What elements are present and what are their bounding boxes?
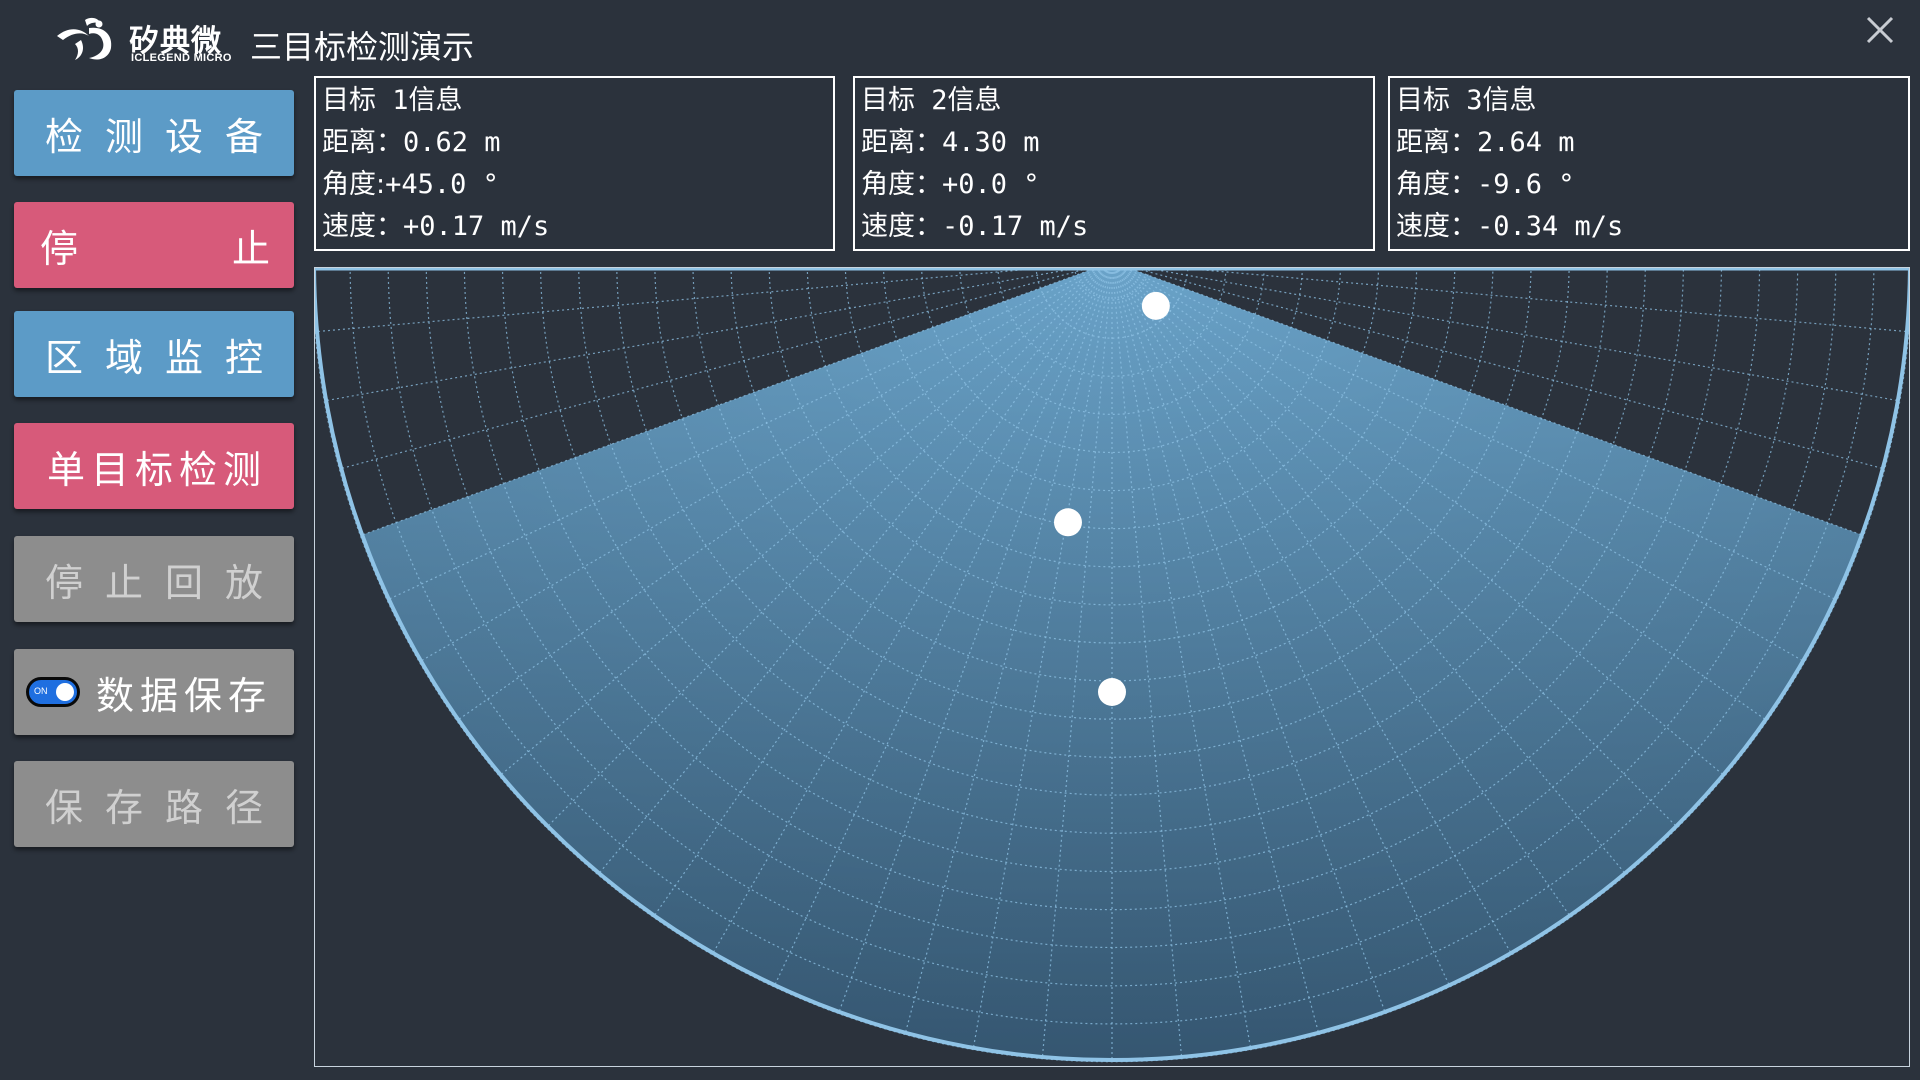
target-1-speed-value: +0.17 m/s xyxy=(403,211,550,242)
target-2-angle-value: +0.0 ° xyxy=(942,169,1040,200)
target-3-speed-value: -0.34 m/s xyxy=(1477,211,1624,242)
stop-button[interactable]: 停 止 xyxy=(14,202,294,288)
speed-key: 速度： xyxy=(1396,211,1477,242)
target-1-title: 目标 1信息 xyxy=(322,85,463,116)
target-3-title: 目标 3信息 xyxy=(1396,85,1537,116)
distance-key: 距离： xyxy=(861,127,942,158)
radar-plot xyxy=(315,268,1909,1063)
stop-label-left: 停 xyxy=(40,226,79,271)
detect-device-label: 检测设备 xyxy=(44,114,285,159)
area-monitor-button[interactable]: 区域监控 xyxy=(14,311,294,397)
radar-display xyxy=(314,267,1910,1067)
target-3-marker xyxy=(1053,508,1082,537)
area-monitor-label: 区域监控 xyxy=(44,335,285,380)
company-logo: 矽典微 ICLEGEND MICRO xyxy=(55,12,235,68)
target-2-speed-value: -0.17 m/s xyxy=(942,211,1089,242)
target-2-title: 目标 2信息 xyxy=(861,85,1002,116)
target-2-info-panel: 目标 2信息 距离：4.30 m 角度：+0.0 ° 速度：-0.17 m/s xyxy=(853,76,1375,251)
target-1-distance-row: 距离：0.62 m xyxy=(322,122,833,164)
save-path-button[interactable]: 保存路径 xyxy=(14,761,294,847)
header: 矽典微 ICLEGEND MICRO 三目标检测演示 xyxy=(0,0,1920,80)
speed-key: 速度： xyxy=(322,211,403,242)
data-save-button[interactable]: ON 数据保存 xyxy=(14,649,294,735)
stop-playback-button[interactable]: 停止回放 xyxy=(14,536,294,622)
logo-mark-icon xyxy=(57,17,112,60)
save-path-label: 保存路径 xyxy=(44,785,285,830)
app-window: 矽典微 ICLEGEND MICRO 三目标检测演示 检测设备 停 止 区域监控… xyxy=(0,0,1920,1080)
target-3-distance-row: 距离：2.64 m xyxy=(1396,122,1908,164)
target-1-marker xyxy=(1141,291,1170,320)
target-2-distance-value: 4.30 m xyxy=(942,127,1040,158)
target-1-info-panel: 目标 1信息 距离：0.62 m 角度:+45.0 ° 速度：+0.17 m/s xyxy=(314,76,835,251)
target-3-angle-row: 角度：-9.6 ° xyxy=(1396,164,1908,206)
app-title: 三目标检测演示 xyxy=(250,28,475,66)
angle-key: 角度： xyxy=(861,169,942,200)
target-3-info-panel: 目标 3信息 距离：2.64 m 角度：-9.6 ° 速度：-0.34 m/s xyxy=(1388,76,1910,251)
close-icon[interactable] xyxy=(1862,12,1898,48)
target-2-angle-row: 角度：+0.0 ° xyxy=(861,164,1373,206)
target-1-angle-row: 角度:+45.0 ° xyxy=(322,164,833,206)
target-2-marker xyxy=(1098,678,1126,706)
angle-key: 角度: xyxy=(322,169,386,200)
speed-key: 速度： xyxy=(861,211,942,242)
target-2-speed-row: 速度：-0.17 m/s xyxy=(861,206,1373,248)
toggle-knob xyxy=(56,683,74,701)
target-2-distance-row: 距离：4.30 m xyxy=(861,122,1373,164)
target-3-distance-value: 2.64 m xyxy=(1477,127,1575,158)
logo-english-name: ICLEGEND MICRO xyxy=(131,52,232,64)
target-3-angle-value: -9.6 ° xyxy=(1477,169,1575,200)
single-target-detect-button[interactable]: 单目标检测 xyxy=(14,423,294,509)
toggle-on-text: ON xyxy=(34,686,48,696)
target-3-speed-row: 速度：-0.34 m/s xyxy=(1396,206,1908,248)
stop-label-right: 止 xyxy=(231,226,270,271)
detect-device-button[interactable]: 检测设备 xyxy=(14,90,294,176)
angle-key: 角度： xyxy=(1396,169,1477,200)
data-save-label: 数据保存 xyxy=(96,673,273,718)
target-1-speed-row: 速度：+0.17 m/s xyxy=(322,206,833,248)
stop-playback-label: 停止回放 xyxy=(44,560,285,605)
target-1-angle-value: +45.0 ° xyxy=(385,169,499,200)
distance-key: 距离： xyxy=(1396,127,1477,158)
target-1-distance-value: 0.62 m xyxy=(403,127,501,158)
data-save-toggle[interactable]: ON xyxy=(26,677,80,707)
distance-key: 距离： xyxy=(322,127,403,158)
single-target-detect-label: 单目标检测 xyxy=(46,447,267,492)
